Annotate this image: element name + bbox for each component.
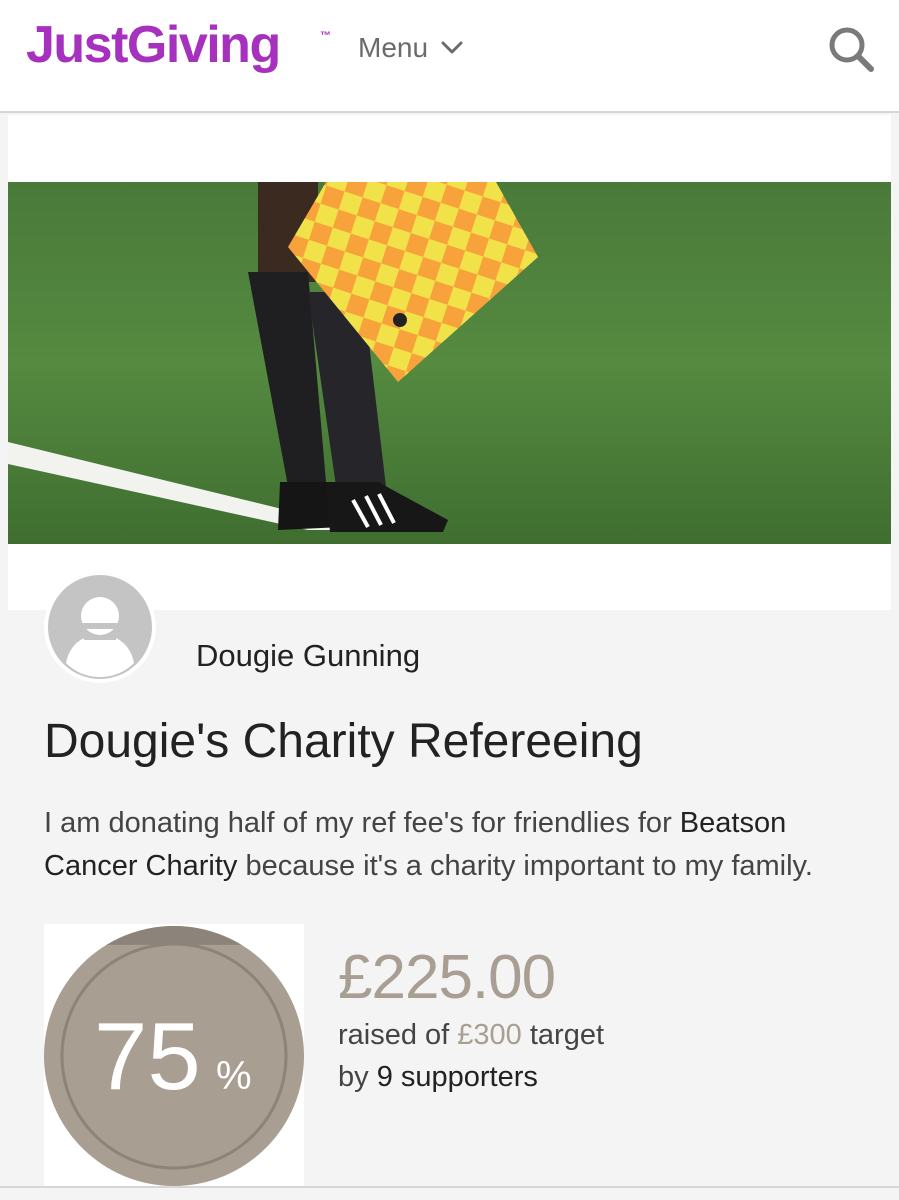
page-story: I am donating half of my ref fee's for f… [44,802,864,888]
site-header: JustGiving ™ Menu [0,0,899,113]
progress-remaining [44,926,304,945]
menu-button[interactable]: Menu [358,28,464,68]
organiser-name[interactable]: Dougie Gunning [196,636,420,676]
user-placeholder-icon [48,575,152,679]
trademark-mark: ™ [320,30,331,42]
menu-label: Menu [358,32,429,63]
avatar [44,571,156,683]
page-title: Dougie's Charity Refereeing [44,715,643,768]
supporters-line: by 9 supporters [338,1058,538,1096]
divider [0,1186,899,1188]
raised-of-target: raised of £300 target [338,1016,604,1054]
story-text-end: because it's a charity important to my f… [237,850,813,882]
story-text: I am donating half of my ref fee's for f… [44,807,680,839]
supporters-count[interactable]: 9 supporters [377,1061,538,1093]
hero-card [8,115,891,610]
justgiving-logo[interactable]: JustGiving [26,14,281,76]
progress-panel: 75 % [44,924,304,1186]
supporters-prefix: by [338,1061,377,1093]
target-amount: £300 [457,1019,522,1051]
hero-image [8,182,891,544]
target-suffix: target [521,1019,605,1051]
raised-prefix: raised of [338,1019,458,1051]
progress-percent-sign: % [216,1054,252,1098]
chevron-down-icon [441,41,463,54]
progress-circle: 75 % [44,926,304,1186]
search-button[interactable] [826,24,876,74]
search-icon [829,27,874,72]
raised-amount: £225.00 [338,943,556,1012]
progress-percent: 75 [94,1003,201,1110]
